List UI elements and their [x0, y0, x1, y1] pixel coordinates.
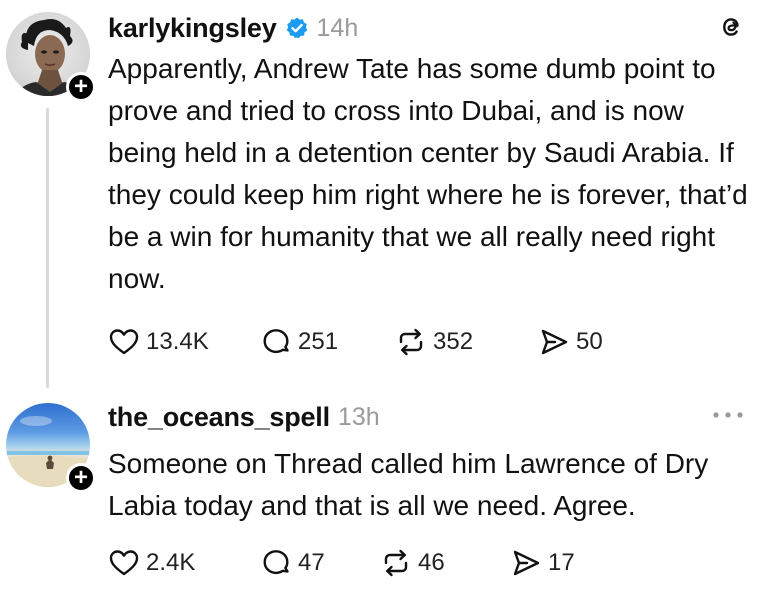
verified-badge-icon [286, 17, 307, 39]
username-link[interactable]: the_oceans_spell [108, 402, 330, 433]
send-icon [541, 329, 568, 355]
threads-logo-icon[interactable] [716, 12, 746, 42]
post-timestamp: 13h [337, 402, 380, 431]
reply-button[interactable]: 47 [260, 545, 380, 581]
heart-icon [109, 329, 139, 355]
like-count: 2.4K [146, 549, 196, 576]
share-button[interactable]: 50 [538, 324, 603, 360]
follow-badge-button[interactable]: + [66, 72, 96, 102]
post-body-text: Someone on Thread called him Lawrence of… [108, 448, 709, 521]
repost-icon [399, 328, 423, 356]
avatar-container[interactable]: + [6, 403, 96, 493]
comment-bubble-icon [263, 550, 289, 575]
like-count: 13.4K [146, 328, 209, 355]
like-button[interactable]: 2.4K [108, 545, 260, 581]
reply-count: 47 [298, 549, 325, 576]
thread-post: + karlykingsley 14h Apparently, Andrew T… [0, 0, 758, 395]
post-body-text: Apparently, Andrew Tate has some dumb po… [108, 53, 748, 294]
post-actions-bar: 2.4K 47 46 17 [108, 545, 575, 581]
repost-icon [384, 549, 408, 577]
more-options-icon[interactable] [710, 407, 746, 423]
share-button[interactable]: 17 [510, 545, 575, 581]
post-header: the_oceans_spell 13h [108, 397, 380, 437]
post-timestamp: 14h [316, 13, 359, 42]
repost-count: 352 [433, 328, 474, 355]
share-count: 17 [548, 549, 575, 576]
repost-button[interactable]: 46 [380, 545, 510, 581]
send-icon [513, 550, 540, 576]
avatar-container[interactable]: + [6, 12, 96, 102]
repost-button[interactable]: 352 [395, 324, 538, 360]
post-header: karlykingsley 14h [108, 8, 358, 48]
reply-button[interactable]: 251 [260, 324, 395, 360]
comment-bubble-icon [263, 329, 289, 354]
thread-post: + the_oceans_spell 13h Someone on Thread… [0, 395, 758, 600]
reply-count: 251 [298, 328, 339, 355]
like-button[interactable]: 13.4K [108, 324, 260, 360]
thread-connector-line [46, 108, 49, 388]
share-count: 50 [576, 328, 603, 355]
follow-badge-button[interactable]: + [66, 463, 96, 493]
heart-icon [109, 550, 139, 576]
repost-count: 46 [418, 549, 445, 576]
username-link[interactable]: karlykingsley [108, 13, 277, 44]
post-actions-bar: 13.4K 251 352 50 [108, 324, 603, 360]
threads-feed: + karlykingsley 14h Apparently, Andrew T… [0, 0, 758, 600]
